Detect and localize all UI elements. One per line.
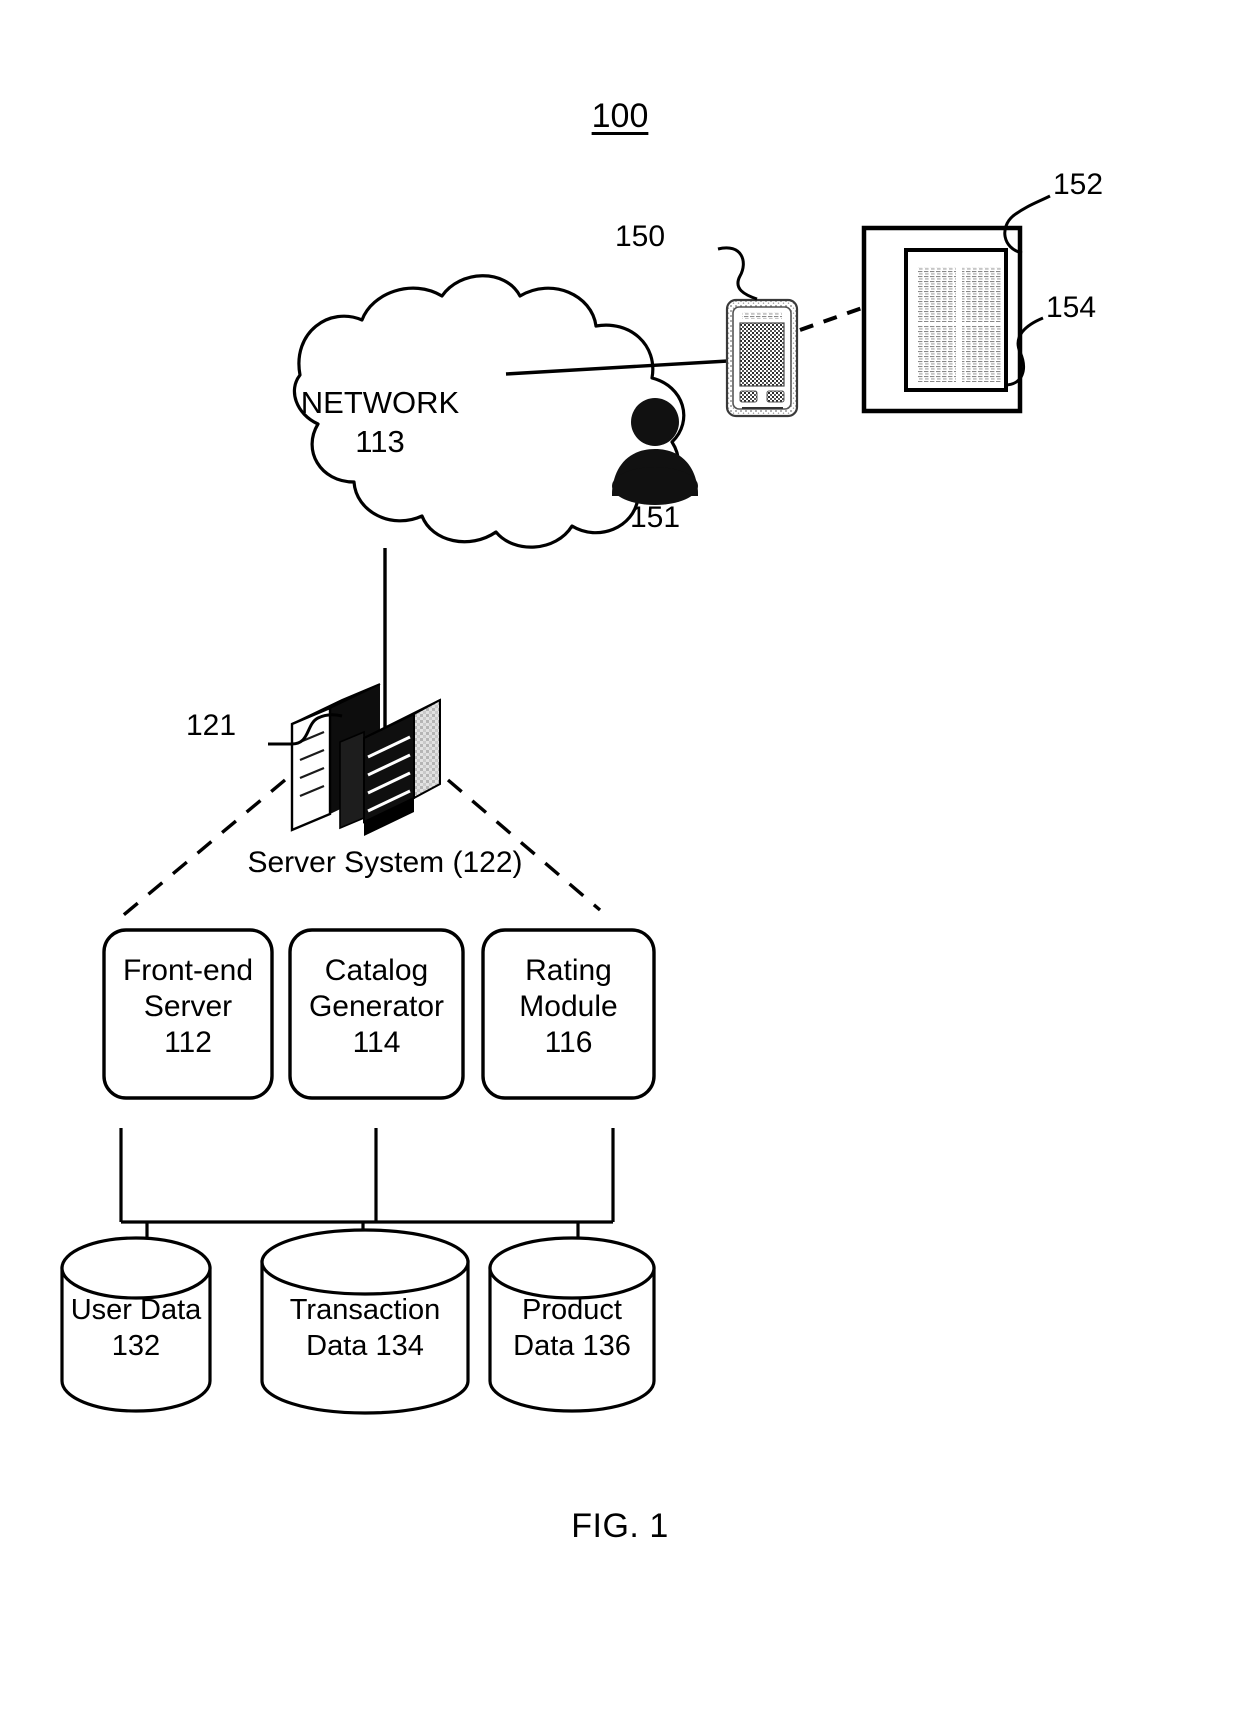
display-device: [861, 225, 1023, 414]
phone-to-display-link: [799, 306, 863, 332]
smartphone-device: [725, 298, 799, 418]
server-system-label: Server System (122): [247, 846, 523, 879]
ref-152: 152: [1053, 168, 1104, 201]
server-hardware-icon: [290, 683, 441, 836]
module-3-number: 116: [544, 1026, 593, 1059]
network-label: NETWORK: [300, 385, 460, 420]
module-1-line2: Server: [143, 990, 233, 1023]
module-1-line1: Front-end: [122, 954, 254, 987]
network-number: 113: [355, 424, 405, 459]
module-3-line2: Module: [519, 990, 618, 1023]
module-2-line2: Generator: [308, 990, 445, 1023]
patent-figure-page: 100 NETWORK 113 150 151 152 154 121 Serv…: [0, 0, 1240, 1713]
database-1-line1: User Data: [70, 1294, 202, 1326]
database-3-line1: Product: [522, 1294, 622, 1326]
ref-151: 151: [629, 501, 681, 534]
database-2-line1: Transaction: [289, 1294, 441, 1326]
ref-154: 154: [1046, 291, 1097, 324]
ref-150: 150: [614, 220, 666, 253]
ref-121: 121: [186, 709, 237, 742]
module-1-number: 112: [164, 1026, 212, 1059]
module-2-number: 114: [352, 1026, 401, 1059]
database-2-line2: Data 134: [306, 1330, 424, 1362]
module-2-line1: Catalog: [324, 954, 429, 987]
leader-150: [717, 246, 758, 301]
database-3-line2: Data 136: [513, 1330, 631, 1362]
figure-caption: FIG. 1: [571, 1507, 669, 1545]
database-1-line2: 132: [111, 1330, 161, 1362]
module-3-line1: Rating: [525, 954, 612, 987]
figure-top-number: 100: [591, 97, 649, 135]
